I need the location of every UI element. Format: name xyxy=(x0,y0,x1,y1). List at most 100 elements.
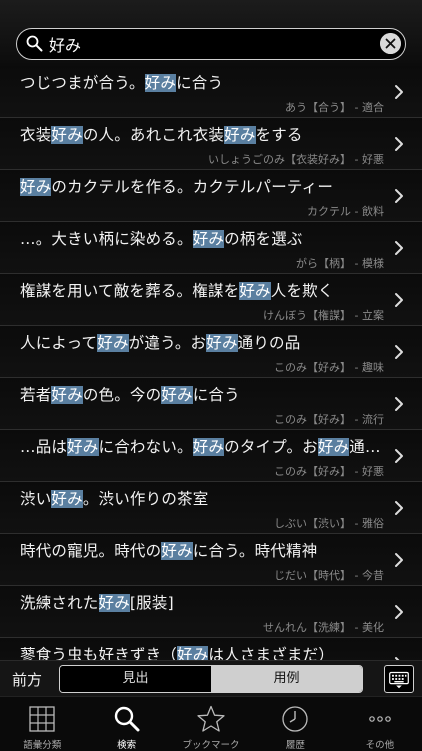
match-highlight: 好み xyxy=(20,178,52,196)
result-row[interactable]: 若者好みの色。今の好みに合うこのみ【好み】 - 流行 xyxy=(0,378,422,430)
clock-icon xyxy=(282,706,309,732)
result-source: あう【合う】 - 適合 xyxy=(285,101,384,114)
result-source: けんぼう【権謀】 - 立案 xyxy=(263,309,384,322)
result-text-segment: が違う。お xyxy=(128,334,207,352)
result-example-text: …。大きい柄に染める。好みの柄を選ぶ xyxy=(20,227,385,249)
search-icon xyxy=(26,35,43,52)
result-text-segment: に合う。時代精神 xyxy=(192,542,318,560)
result-example-text: 蓼食う虫も好きずき（好みは人さまざまだ） xyxy=(20,643,385,660)
result-source: せんれん【洗練】 - 美化 xyxy=(263,621,384,634)
result-row[interactable]: 衣装好みの人。あれこれ衣装好みをするいしょうごのみ【衣装好み】 - 好悪 xyxy=(0,118,422,170)
result-text-segment: 通… xyxy=(349,438,381,456)
result-source: このみ【好み】 - 好悪 xyxy=(274,465,384,478)
star-icon xyxy=(197,705,225,732)
result-text-segment: 衣装 xyxy=(20,126,52,144)
result-text-segment: つじつまが合う。 xyxy=(20,74,145,92)
match-highlight: 好み xyxy=(51,386,83,404)
result-row[interactable]: つじつまが合う。好みに合うあう【合う】 - 適合 xyxy=(0,66,422,118)
match-highlight: 好み xyxy=(206,334,238,352)
chevron-right-icon xyxy=(395,397,403,411)
chevron-right-icon xyxy=(395,449,403,463)
result-text-segment: の色。今の xyxy=(82,386,162,404)
result-source: いしょうごのみ【衣装好み】 - 好悪 xyxy=(208,153,384,166)
chevron-right-icon xyxy=(395,501,403,515)
result-text-segment: 蓼食う虫も好きずき（ xyxy=(20,646,178,660)
chevron-right-icon xyxy=(395,293,403,307)
tab-label: 履歴 xyxy=(285,740,305,751)
result-text-segment: 人を欺く xyxy=(270,282,334,300)
result-text-segment: の人。あれこれ衣装 xyxy=(82,126,225,144)
result-text-segment: 人によって xyxy=(20,334,98,352)
match-highlight: 好み xyxy=(192,438,225,456)
result-text-segment: [服装] xyxy=(129,594,174,612)
result-row[interactable]: …。大きい柄に染める。好みの柄を選ぶ がら【柄】 - 模様 xyxy=(0,222,422,274)
result-row[interactable]: 好みのカクテルを作る。カクテルパーティー カクテル - 飲料 xyxy=(0,170,422,222)
result-text-segment: 時代の寵児。時代の xyxy=(20,542,162,560)
result-source: カクテル - 飲料 xyxy=(307,205,384,218)
match-highlight: 好み xyxy=(97,334,129,352)
result-row[interactable]: 洗練された好み[服装] せんれん【洗練】 - 美化 xyxy=(0,586,422,638)
result-row[interactable]: …品は好みに合わない。好みのタイプ。お好み通… このみ【好み】 - 好悪 xyxy=(0,430,422,482)
keyboard-icon[interactable] xyxy=(384,665,414,693)
match-highlight: 好み xyxy=(192,230,225,248)
result-text-segment: に合う xyxy=(176,74,224,92)
result-example-text: 時代の寵児。時代の好みに合う。時代精神 xyxy=(20,539,385,561)
result-source: このみ【好み】 - 流行 xyxy=(274,413,384,426)
search-bar xyxy=(0,0,422,66)
tab-search[interactable]: 検索 xyxy=(84,697,168,751)
tab-label: その他 xyxy=(365,740,395,751)
result-source: じだい【時代】 - 今昔 xyxy=(274,569,384,582)
result-text-segment: 渋い xyxy=(20,490,52,508)
search-input[interactable] xyxy=(49,32,369,56)
result-source: しぶい【渋い】 - 雅俗 xyxy=(274,517,384,530)
tab-bookmarks[interactable]: ブックマーク xyxy=(169,697,253,751)
tab-vocabulary-classification[interactable]: 語彙分類 xyxy=(0,697,84,751)
match-highlight: 好み xyxy=(161,386,193,404)
chevron-right-icon xyxy=(395,85,403,99)
tab-history[interactable]: 履歴 xyxy=(253,697,337,751)
more-icon xyxy=(369,716,391,722)
tab-label: ブックマーク xyxy=(182,740,240,751)
result-row[interactable]: 蓼食う虫も好きずき（好みは人さまざまだ） xyxy=(0,638,422,660)
result-row[interactable]: 時代の寵児。時代の好みに合う。時代精神じだい【時代】 - 今昔 xyxy=(0,534,422,586)
result-row[interactable]: 権謀を用いて敵を葬る。権謀を好み人を欺くけんぼう【権謀】 - 立案 xyxy=(0,274,422,326)
result-text-segment: に合わない。 xyxy=(98,438,193,456)
match-highlight: 好み xyxy=(224,126,256,144)
result-text-segment: 通りの品 xyxy=(237,334,301,352)
chevron-right-icon xyxy=(395,137,403,151)
chevron-right-icon xyxy=(395,189,403,203)
match-highlight: 好み xyxy=(239,282,271,300)
match-highlight: 好み xyxy=(51,490,83,508)
match-highlight: 好み xyxy=(144,74,177,92)
chevron-right-icon xyxy=(395,345,403,359)
match-highlight: 好み xyxy=(51,126,83,144)
match-highlight: 好み xyxy=(177,646,209,660)
result-text-segment: 権謀を用いて敵を葬る。権謀を xyxy=(20,282,240,300)
segment-headword[interactable]: 見出 xyxy=(60,666,211,692)
chevron-right-icon xyxy=(395,241,403,255)
result-example-text: 衣装好みの人。あれこれ衣装好みをする xyxy=(20,123,385,145)
result-example-text: 渋い好み。渋い作りの茶室 xyxy=(20,487,385,509)
segment-example[interactable]: 用例 xyxy=(211,666,362,692)
result-text-segment: 洗練された xyxy=(20,594,99,612)
result-row[interactable]: 人によって好みが違う。お好み通りの品 このみ【好み】 - 趣味 xyxy=(0,326,422,378)
result-row[interactable]: 渋い好み。渋い作りの茶室しぶい【渋い】 - 雅俗 xyxy=(0,482,422,534)
clear-icon[interactable] xyxy=(380,33,401,54)
tab-label: 検索 xyxy=(117,740,137,751)
result-example-text: …品は好みに合わない。好みのタイプ。お好み通… xyxy=(20,435,385,457)
direction-label[interactable]: 前方 xyxy=(12,669,42,690)
tab-more[interactable]: その他 xyxy=(338,697,422,751)
result-source: このみ【好み】 - 趣味 xyxy=(274,361,384,374)
result-text-segment: 若者 xyxy=(20,386,52,404)
result-text-segment: のタイプ。お xyxy=(224,438,318,456)
result-example-text: 洗練された好み[服装] xyxy=(20,591,385,613)
search-field[interactable] xyxy=(16,28,406,60)
chevron-right-icon xyxy=(395,553,403,567)
tab-label: 語彙分類 xyxy=(23,740,62,751)
result-example-text: つじつまが合う。好みに合う xyxy=(20,71,385,93)
result-example-text: 権謀を用いて敵を葬る。権謀を好み人を欺く xyxy=(20,279,385,301)
result-example-text: 人によって好みが違う。お好み通りの品 xyxy=(20,331,385,353)
match-highlight: 好み xyxy=(317,438,350,456)
result-example-text: 若者好みの色。今の好みに合う xyxy=(20,383,385,405)
grid-icon xyxy=(29,706,55,732)
